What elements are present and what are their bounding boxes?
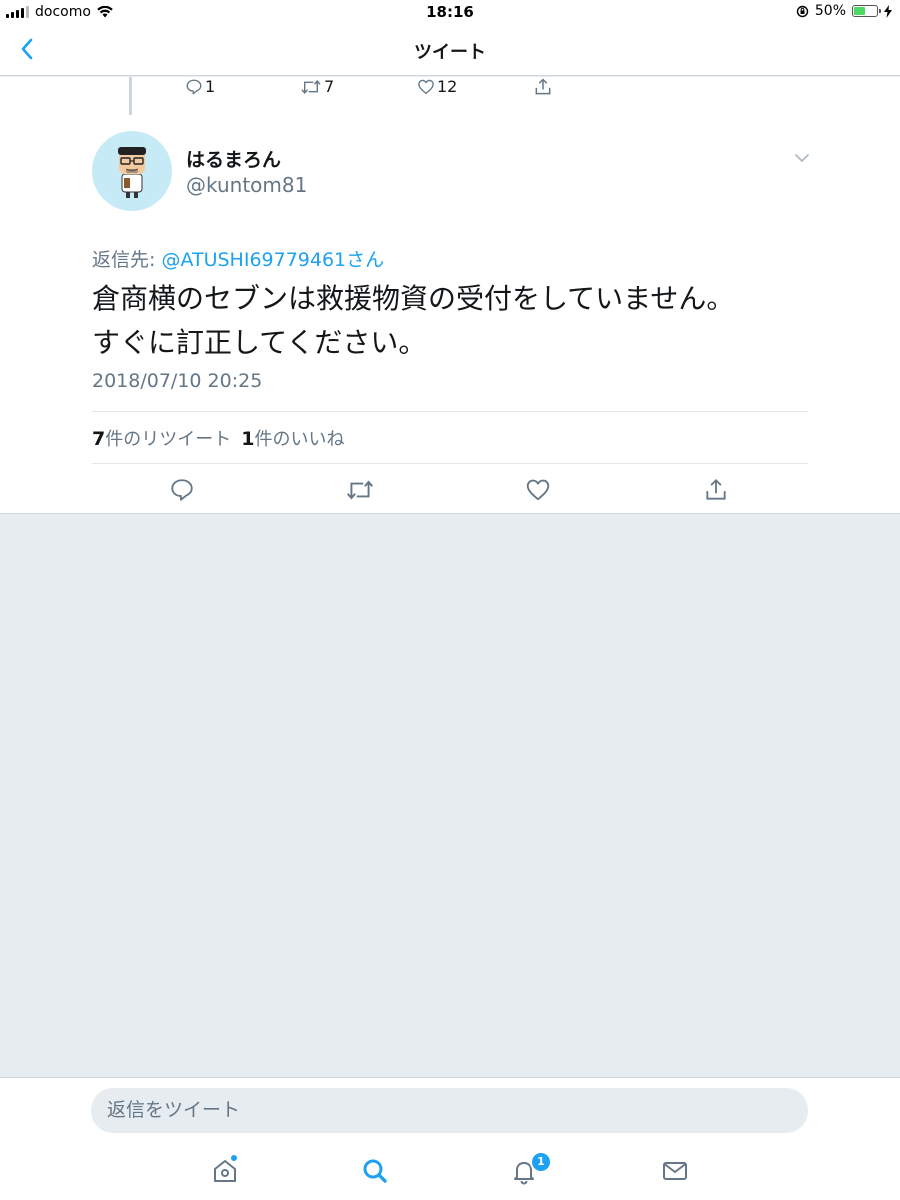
new-tweets-dot: [231, 1155, 237, 1161]
reply-to-label: 返信先:: [92, 249, 156, 271]
search-icon[interactable]: [361, 1157, 389, 1185]
tweet-detail: 1 7 12 はるまろん @kuntom81 返信先: @ATUSHI69779…: [0, 77, 900, 514]
reply-icon[interactable]: [169, 477, 195, 503]
status-bar: docomo 18:16 50%: [0, 0, 900, 24]
avatar[interactable]: [92, 131, 172, 211]
share-icon: [535, 78, 551, 95]
retweet-stat-count: 7: [92, 427, 106, 450]
prev-share-button[interactable]: [533, 77, 553, 97]
retweet-icon: [301, 79, 321, 94]
avatar-illustration: [92, 131, 172, 211]
prev-retweet-button[interactable]: 7: [300, 77, 334, 96]
heart-icon[interactable]: [525, 477, 551, 503]
battery-fill: [854, 7, 865, 15]
prev-like-button[interactable]: 12: [417, 77, 457, 96]
battery-percent: 50%: [814, 3, 846, 19]
tweet-text-line: 倉商横のセブンは救援物資の受付をしていません。: [92, 282, 735, 315]
reply-to-line: 返信先: @ATUSHI69779461さん: [92, 245, 384, 272]
prev-reply-button[interactable]: 1: [185, 77, 215, 96]
nav-bar: ツイート: [0, 24, 900, 76]
prev-retweet-count: 7: [324, 77, 335, 96]
share-icon[interactable]: [703, 477, 729, 503]
rotation-lock-icon: [796, 5, 809, 17]
prev-like-count: 12: [437, 77, 458, 96]
thread-connector: [129, 77, 132, 115]
status-time: 18:16: [426, 3, 474, 21]
tweet-actions: [92, 469, 808, 509]
tweet-stats: 7件のリツイート 1件のいいね: [92, 411, 808, 464]
display-name[interactable]: はるまろん: [186, 145, 281, 172]
battery-icon: [852, 5, 881, 17]
tweet-timestamp[interactable]: 2018/07/10 20:25: [92, 370, 262, 392]
tweet-text: 倉商横のセブンは救援物資の受付をしていません。 すぐに訂正してください。: [92, 277, 812, 365]
user-handle[interactable]: @kuntom81: [186, 173, 307, 197]
reply-input[interactable]: 返信をツイート: [91, 1088, 808, 1133]
like-stat-label: 件のいいね: [254, 428, 345, 450]
home-icon[interactable]: [211, 1157, 239, 1185]
like-stat[interactable]: 1件のいいね: [241, 425, 344, 451]
reply-bar: 返信をツイート: [0, 1077, 900, 1143]
retweet-stat-label: 件のリツイート: [105, 428, 232, 450]
mail-icon[interactable]: [661, 1157, 689, 1185]
reply-icon: [186, 79, 202, 94]
reply-to-user-link[interactable]: @ATUSHI69779461さん: [161, 249, 384, 271]
prev-reply-count: 1: [205, 77, 216, 96]
status-right: 50%: [796, 3, 892, 19]
page-title: ツイート: [414, 42, 486, 63]
tab-bar: 1: [0, 1143, 900, 1200]
retweet-stat[interactable]: 7件のリツイート: [92, 425, 231, 451]
like-stat-count: 1: [241, 427, 255, 450]
charging-bolt-icon: [884, 4, 892, 18]
tweet-text-line: すぐに訂正してください。: [92, 326, 427, 359]
notification-badge: 1: [530, 1151, 552, 1173]
heart-icon: [418, 79, 434, 94]
retweet-icon[interactable]: [345, 477, 375, 503]
chevron-down-icon[interactable]: [793, 152, 811, 164]
